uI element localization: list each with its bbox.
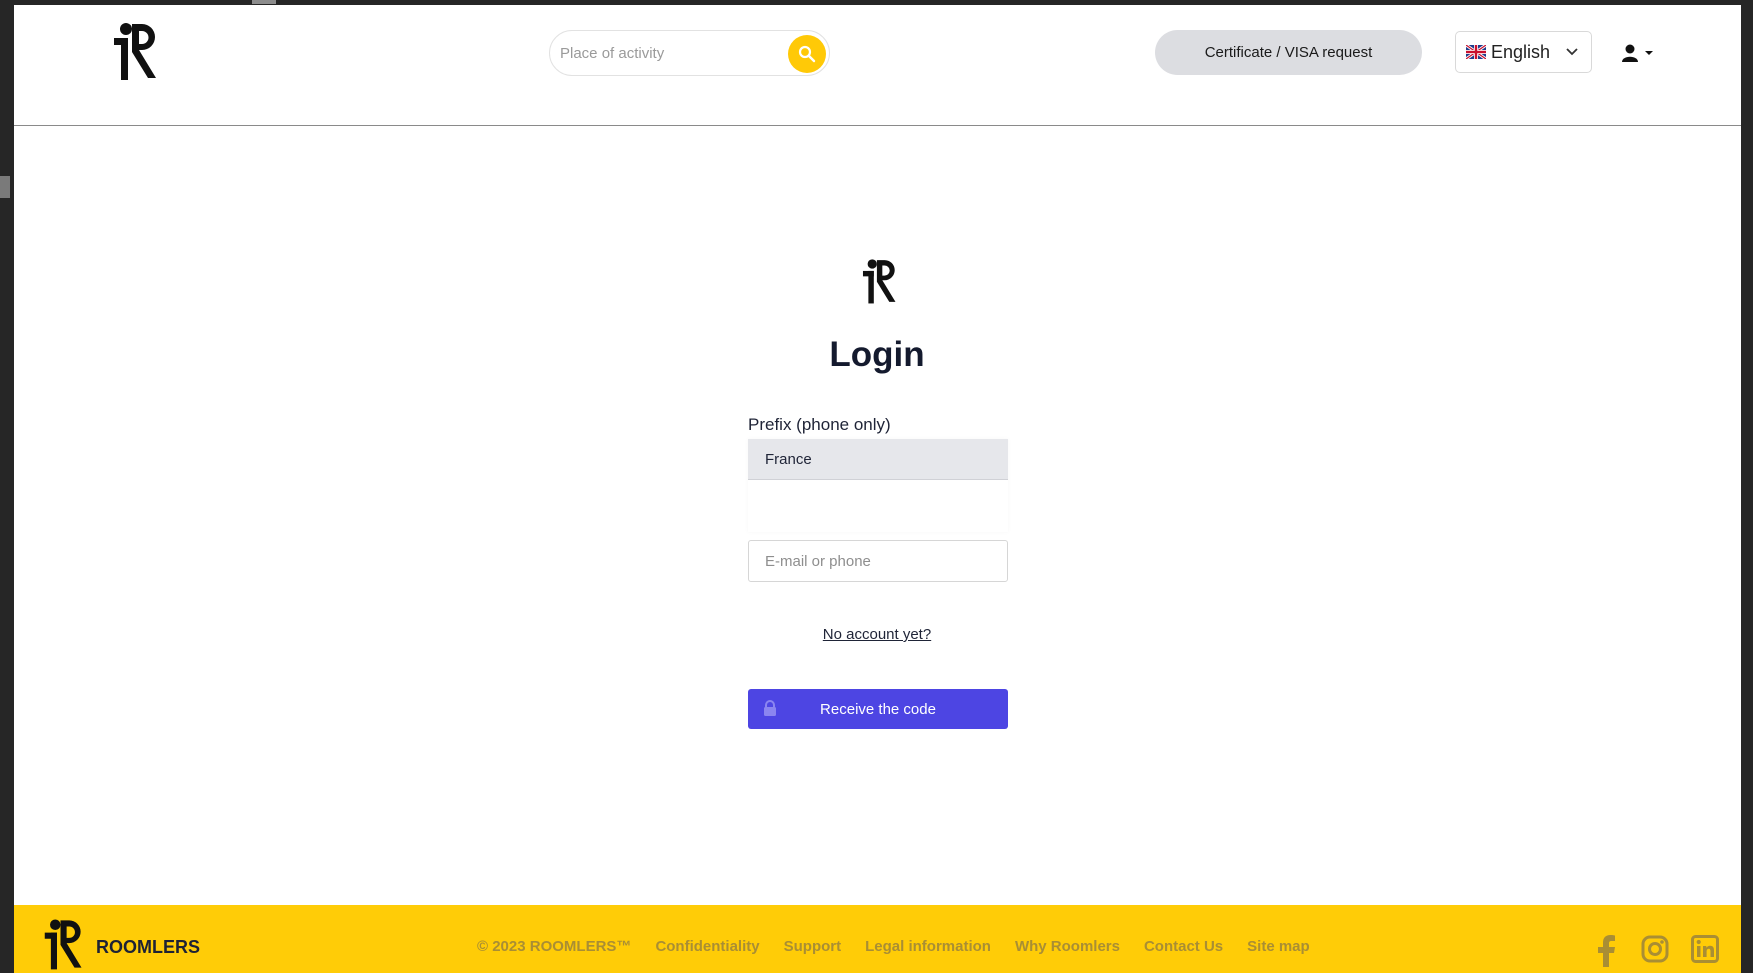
footer-link-contact-us[interactable]: Contact Us — [1144, 938, 1223, 955]
instagram-icon[interactable] — [1641, 935, 1669, 963]
search-bar — [549, 30, 830, 76]
lock-icon — [764, 700, 776, 716]
user-icon — [1622, 44, 1638, 62]
footer-links: © 2023 ROOMLERS™ Confidentiality Support… — [477, 938, 1310, 955]
page: Certificate / VISA request English — [14, 5, 1741, 973]
search-button[interactable] — [788, 35, 826, 73]
footer-link-confidentiality[interactable]: Confidentiality — [655, 938, 759, 955]
uk-flag-icon — [1466, 45, 1486, 59]
footer-link-legal-information[interactable]: Legal information — [865, 938, 991, 955]
footer-link-why-roomlers[interactable]: Why Roomlers — [1015, 938, 1120, 955]
footer-copyright: © 2023 ROOMLERS™ — [477, 938, 632, 955]
linkedin-icon[interactable] — [1691, 935, 1719, 963]
prefix-label: Prefix (phone only) — [748, 415, 891, 434]
window-scroll-mark — [0, 176, 10, 198]
search-icon — [798, 45, 816, 63]
header: Certificate / VISA request English — [14, 5, 1741, 126]
user-menu[interactable] — [1622, 41, 1662, 65]
certificate-visa-request-button[interactable]: Certificate / VISA request — [1155, 30, 1422, 75]
facebook-icon[interactable] — [1598, 935, 1616, 967]
footer-link-site-map[interactable]: Site map — [1247, 938, 1310, 955]
language-label: English — [1491, 41, 1551, 62]
email-or-phone-field[interactable] — [748, 540, 1008, 582]
search-input[interactable] — [560, 39, 780, 67]
window-tab-mark — [252, 0, 276, 4]
chevron-down-icon — [1566, 48, 1578, 56]
window-left-edge — [0, 0, 14, 973]
logo-icon[interactable] — [112, 20, 160, 82]
window-right-edge — [1741, 0, 1753, 973]
receive-code-label: Receive the code — [820, 700, 936, 718]
prefix-select[interactable]: France — [748, 439, 1008, 480]
page-title: Login — [829, 335, 925, 374]
prefix-dropdown: France — [748, 439, 1008, 532]
footer-logo-icon[interactable] — [43, 915, 85, 973]
footer-brand: ROOMLERS — [96, 937, 201, 957]
login-logo-icon — [862, 259, 896, 304]
language-select[interactable]: English — [1455, 31, 1592, 73]
caret-down-icon — [1645, 51, 1653, 55]
receive-code-button[interactable]: Receive the code — [748, 689, 1008, 729]
footer: ROOMLERS © 2023 ROOMLERS™ Confidentialit… — [14, 905, 1741, 973]
no-account-link[interactable]: No account yet? — [777, 626, 977, 643]
footer-link-support[interactable]: Support — [784, 938, 842, 955]
